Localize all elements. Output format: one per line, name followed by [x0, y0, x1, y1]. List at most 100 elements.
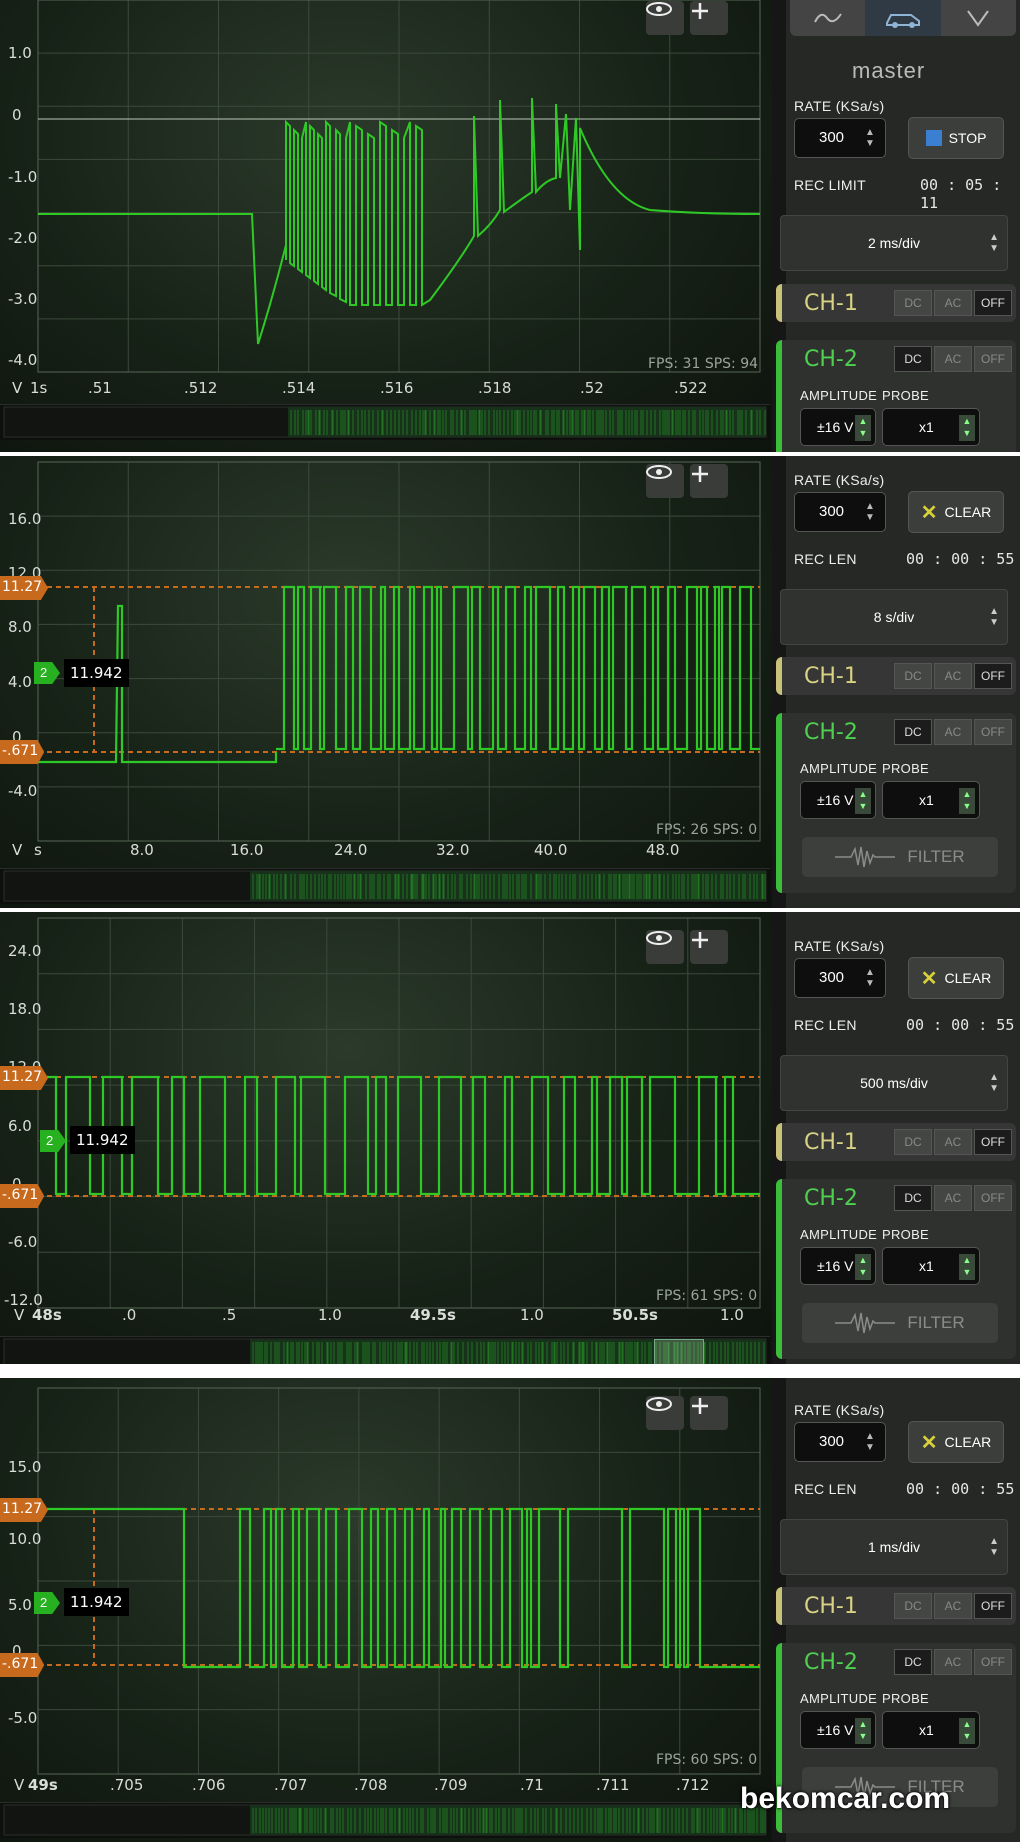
ch1-off-toggle[interactable]: OFF	[974, 1129, 1012, 1155]
cursor-low-marker[interactable]: -.671	[0, 740, 45, 764]
x-tick: 49.5s	[410, 1306, 456, 1324]
timebase-select[interactable]: 1 ms/div ▲ ▼	[780, 1519, 1008, 1575]
ch2-dc-toggle[interactable]: DC	[894, 346, 932, 372]
rec-limit-time: 00 : 05 : 11	[920, 176, 1002, 212]
y-tick: -6.0	[8, 1233, 38, 1251]
cursor-low-marker[interactable]: -.671	[0, 1653, 45, 1677]
x-tick: .514	[282, 379, 316, 397]
eye-icon[interactable]	[646, 464, 684, 498]
x-tick: V	[12, 841, 23, 859]
plus-icon[interactable]	[690, 1396, 728, 1430]
probe-label: PROBE	[882, 1227, 930, 1242]
ch2-off-toggle[interactable]: OFF	[974, 1185, 1012, 1211]
ch2-dc-toggle[interactable]: DC	[894, 1649, 932, 1675]
ch1-off-toggle[interactable]: OFF	[974, 290, 1012, 316]
waveform-icon[interactable]	[790, 0, 866, 36]
select-arrows-icon: ▲ ▼	[989, 606, 999, 628]
probe-select[interactable]: x1 ▲ ▼	[882, 781, 980, 819]
rate-value: 300	[819, 969, 845, 986]
amplitude-select[interactable]: ±16 V ▲ ▼	[800, 408, 876, 446]
eye-icon[interactable]	[646, 930, 684, 964]
timebase-select[interactable]: 2 ms/div ▲ ▼	[780, 215, 1008, 271]
ch2-dc-toggle[interactable]: DC	[894, 1185, 932, 1211]
ch1-ac-toggle[interactable]: AC	[934, 1593, 972, 1619]
rate-spinner[interactable]: 300 ▲ ▼	[794, 492, 886, 532]
stop-icon	[925, 130, 942, 146]
ch2-off-toggle[interactable]: OFF	[974, 346, 1012, 372]
probe-arrows-icon: ▲ ▼	[959, 1254, 975, 1280]
amplitude-select[interactable]: ±16 V ▲ ▼	[800, 1247, 876, 1285]
ch2-off-toggle[interactable]: OFF	[974, 1649, 1012, 1675]
filter-button[interactable]: FILTER	[802, 1303, 998, 1343]
ch2-strip[interactable]: CH-2 DC AC OFF AMPLITUDE PROBE ±16 V ▲ ▼ x…	[776, 340, 1016, 452]
ch1-dc-toggle[interactable]: DC	[894, 663, 932, 689]
record-overview-bar[interactable]	[0, 1336, 770, 1364]
x-tick: V	[14, 1776, 25, 1794]
spinner-arrows-icon[interactable]: ▲ ▼	[865, 967, 879, 989]
ch1-dc-toggle[interactable]: DC	[894, 1129, 932, 1155]
x-tick: 49s	[28, 1776, 58, 1794]
waveform-display[interactable]: 1.0 0 -1.0 -2.0 -3.0 -4.0 V 1s .51 .512 …	[0, 0, 772, 452]
ch1-off-toggle[interactable]: OFF	[974, 1593, 1012, 1619]
ch2-ac-toggle[interactable]: AC	[934, 719, 972, 745]
ch2-dc-toggle[interactable]: DC	[894, 719, 932, 745]
rate-spinner[interactable]: 300 ▲ ▼	[794, 958, 886, 998]
cursor-high-marker[interactable]: 11.27	[0, 576, 49, 600]
rate-spinner[interactable]: 300 ▲ ▼	[794, 118, 886, 158]
plus-icon[interactable]	[690, 464, 728, 498]
spinner-arrows-icon[interactable]: ▲ ▼	[865, 1431, 879, 1453]
y-tick: -3.0	[8, 290, 38, 308]
ch2-off-toggle[interactable]: OFF	[974, 719, 1012, 745]
waveform-display[interactable]: 16.0 12.0 8.0 4.0 0 -4.0 V s 8.0 16.0 24…	[0, 456, 772, 908]
timebase-select[interactable]: 8 s/div ▲ ▼	[780, 589, 1008, 645]
ch1-strip[interactable]: CH-1 DC AC OFF	[776, 1587, 1016, 1625]
record-overview-bar[interactable]	[0, 868, 770, 904]
eye-icon[interactable]	[646, 1, 684, 35]
probe-select[interactable]: x1 ▲ ▼	[882, 408, 980, 446]
record-overview-bar[interactable]	[0, 1802, 770, 1838]
ch2-strip[interactable]: CH-2 DC AC OFF AMPLITUDE PROBE ±16 V ▲ ▼ x…	[776, 1179, 1016, 1359]
waveform-display[interactable]: 24.0 18.0 12.0 6.0 0 -6.0 -12.0 V 48s .0…	[0, 912, 772, 1364]
cursor-high-marker[interactable]: 11.27	[0, 1066, 49, 1090]
timebase-select[interactable]: 500 ms/div ▲ ▼	[780, 1055, 1008, 1111]
x-tick: 48s	[32, 1306, 62, 1324]
clear-button[interactable]: ✕ CLEAR	[908, 1421, 1004, 1463]
spinner-arrows-icon[interactable]: ▲ ▼	[865, 501, 879, 523]
record-overview-bar[interactable]	[0, 404, 770, 440]
eye-icon[interactable]	[646, 1396, 684, 1430]
amplitude-select[interactable]: ±16 V ▲ ▼	[800, 1711, 876, 1749]
stop-button[interactable]: STOP	[908, 117, 1004, 159]
ch1-dc-toggle[interactable]: DC	[894, 1593, 932, 1619]
ch1-off-toggle[interactable]: OFF	[974, 663, 1012, 689]
ch1-strip[interactable]: CH-1 DC AC OFF	[776, 284, 1016, 322]
ch2-strip[interactable]: CH-2 DC AC OFF AMPLITUDE PROBE ±16 V ▲ ▼ x…	[776, 713, 1016, 893]
chevron-down-icon[interactable]	[940, 0, 1016, 36]
ch1-strip[interactable]: CH-1 DC AC OFF	[776, 657, 1016, 695]
ch2-ac-toggle[interactable]: AC	[934, 1649, 972, 1675]
ch1-ac-toggle[interactable]: AC	[934, 663, 972, 689]
cursor-high-marker[interactable]: 11.27	[0, 1498, 49, 1522]
amplitude-select[interactable]: ±16 V ▲ ▼	[800, 781, 876, 819]
ch2-ac-toggle[interactable]: AC	[934, 346, 972, 372]
probe-select[interactable]: x1 ▲ ▼	[882, 1247, 980, 1285]
plus-icon[interactable]	[690, 1, 728, 35]
rate-spinner[interactable]: 300 ▲ ▼	[794, 1422, 886, 1462]
x-tick: 1s	[30, 379, 48, 397]
cursor-low-marker[interactable]: -.671	[0, 1184, 45, 1208]
probe-select[interactable]: x1 ▲ ▼	[882, 1711, 980, 1749]
ch1-strip[interactable]: CH-1 DC AC OFF	[776, 1123, 1016, 1161]
plus-icon[interactable]	[690, 930, 728, 964]
filter-button[interactable]: FILTER	[802, 837, 998, 877]
ch2-ac-toggle[interactable]: AC	[934, 1185, 972, 1211]
waveform-display[interactable]: 15.0 10.0 5.0 0 -5.0 V 49s .705 .706 .70…	[0, 1378, 772, 1842]
control-panel: RATE (KSa/s) 300 ▲ ▼ ✕ CLEAR REC LEN 00 : 0…	[772, 912, 1020, 1364]
spinner-arrows-icon[interactable]: ▲ ▼	[865, 127, 879, 149]
clear-button[interactable]: ✕ CLEAR	[908, 957, 1004, 999]
ch1-ac-toggle[interactable]: AC	[934, 290, 972, 316]
ch1-ac-toggle[interactable]: AC	[934, 1129, 972, 1155]
ch1-dc-toggle[interactable]: DC	[894, 290, 932, 316]
clear-button[interactable]: ✕ CLEAR	[908, 491, 1004, 533]
view-window[interactable]	[654, 1339, 704, 1364]
car-icon[interactable]	[865, 0, 941, 36]
amplitude-label: AMPLITUDE	[800, 1227, 878, 1242]
